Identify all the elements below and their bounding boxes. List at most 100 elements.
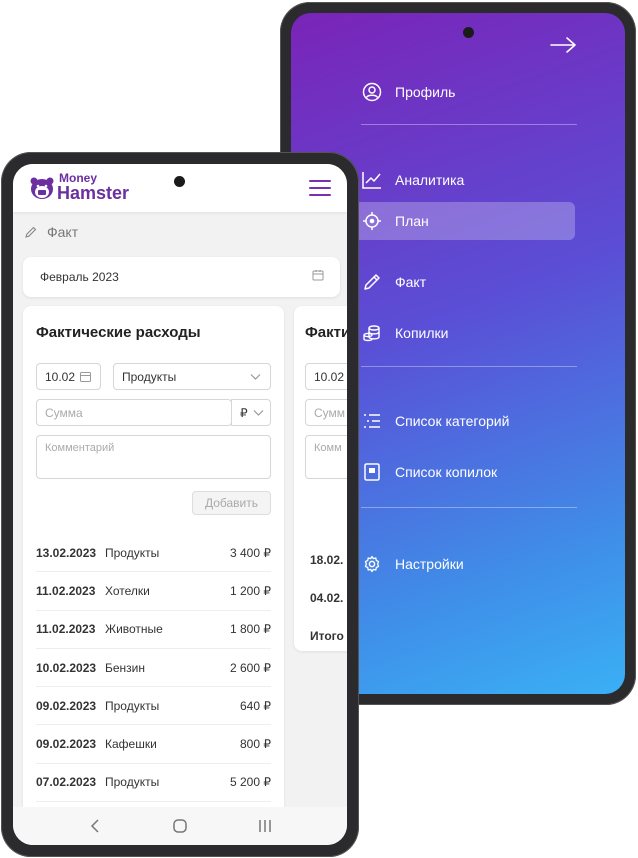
chevron-down-icon xyxy=(253,410,264,416)
second-date-value: 10.02 xyxy=(314,369,345,384)
menu-divider xyxy=(361,366,577,367)
row-amount: 640 ₽ xyxy=(240,698,271,713)
menu-item-categories[interactable]: Список категорий xyxy=(361,402,509,440)
row-category: Бензин xyxy=(105,660,146,675)
calendar-icon xyxy=(312,270,324,281)
app-header: Money Hamster xyxy=(13,164,347,212)
amount-placeholder: Сумма xyxy=(45,405,83,420)
menu-item-label: План xyxy=(395,213,429,229)
menu-item-fact[interactable]: Факт xyxy=(361,263,426,301)
row-category: Продукты xyxy=(105,698,160,713)
category-value: Продукты xyxy=(122,369,177,384)
date-field[interactable]: 10.02 xyxy=(36,363,101,390)
page-title: Факт xyxy=(47,224,79,240)
table-row[interactable]: 09.02.2023 Продукты 640 ₽ xyxy=(36,687,271,726)
second-total-label: Итого xyxy=(310,629,344,643)
system-nav-bar xyxy=(13,807,347,845)
book-icon xyxy=(361,461,383,483)
add-button[interactable]: Добавить xyxy=(192,491,271,515)
menu-divider xyxy=(361,507,577,508)
user-circle-icon xyxy=(361,81,383,103)
row-category: Кафешки xyxy=(105,737,157,752)
currency-select[interactable]: ₽ xyxy=(231,399,271,426)
menu-item-settings[interactable]: Настройки xyxy=(361,545,464,583)
row-date: 10.02.2023 xyxy=(36,660,97,675)
month-value: Февраль 2023 xyxy=(40,270,119,284)
second-comment-field[interactable]: Комм xyxy=(305,435,347,479)
menu-item-analytics[interactable]: Аналитика xyxy=(361,161,464,199)
arrow-right-icon[interactable] xyxy=(549,35,579,55)
table-row[interactable]: 13.02.2023 Продукты 3 400 ₽ xyxy=(36,534,271,573)
home-icon[interactable] xyxy=(168,818,192,834)
second-card-title: Факти xyxy=(305,324,347,341)
table-row[interactable]: 10.02.2023 Бензин 2 600 ₽ xyxy=(36,649,271,688)
row-amount: 1 200 ₽ xyxy=(230,583,271,598)
coins-icon xyxy=(361,322,383,344)
currency-value: ₽ xyxy=(240,405,248,420)
row-category: Продукты xyxy=(105,775,160,790)
menu-item-label: Настройки xyxy=(395,556,464,572)
app-phone-frame: Money Hamster Факт Февраль 2023 Фактичес… xyxy=(1,152,359,857)
second-card: Факти 10.02 Сумм Комм 18.02. 04.02. Итог… xyxy=(294,306,347,651)
row-date: 11.02.2023 xyxy=(36,622,96,637)
gear-icon xyxy=(361,553,383,575)
list-icon xyxy=(361,410,383,432)
comment-field[interactable]: Комментарий xyxy=(36,435,271,479)
menu-item-label: Факт xyxy=(395,274,427,290)
logo-text: Money Hamster xyxy=(57,172,129,202)
menu-item-piggybanks[interactable]: Копилки xyxy=(361,314,448,352)
chart-line-icon xyxy=(361,169,383,191)
row-amount: 2 600 ₽ xyxy=(230,660,271,675)
menu-divider xyxy=(361,124,577,125)
row-category: Хотелки xyxy=(105,583,150,598)
row-amount: 800 ₽ xyxy=(240,737,271,752)
second-comment-placeholder: Комм xyxy=(314,442,342,454)
menu-item-label: Копилки xyxy=(395,325,449,341)
row-amount: 1 800 ₽ xyxy=(230,622,271,637)
second-row-date: 04.02. xyxy=(310,591,344,605)
second-row-date: 18.02. xyxy=(310,553,344,567)
second-date-field[interactable]: 10.02 xyxy=(305,363,347,390)
category-select[interactable]: Продукты xyxy=(113,363,271,390)
logo[interactable]: Money Hamster xyxy=(29,172,129,202)
pencil-icon xyxy=(361,271,383,293)
menu-item-label: Профиль xyxy=(395,84,456,100)
menu-item-profile[interactable]: Профиль xyxy=(361,73,455,111)
comment-placeholder: Комментарий xyxy=(45,442,115,454)
row-date: 13.02.2023 xyxy=(36,545,97,560)
row-date: 07.02.2023 xyxy=(36,775,97,790)
card-title: Фактические расходы xyxy=(36,324,201,341)
camera-dot xyxy=(174,176,185,187)
month-picker[interactable]: Февраль 2023 xyxy=(23,257,340,297)
row-date: 11.02.2023 xyxy=(36,583,96,598)
chevron-down-icon xyxy=(250,374,261,380)
menu-item-label: Список категорий xyxy=(395,413,510,429)
table-row[interactable]: 11.02.2023 Животные 1 800 ₽ xyxy=(36,611,271,649)
table-row[interactable]: 09.02.2023 Кафешки 800 ₽ xyxy=(36,725,271,764)
row-date: 09.02.2023 xyxy=(36,698,97,713)
date-value: 10.02 xyxy=(45,369,76,384)
target-icon xyxy=(361,210,383,232)
hamburger-menu-icon[interactable] xyxy=(309,180,331,196)
menu-item-label: Аналитика xyxy=(395,172,465,188)
expense-card: Фактические расходы 10.02 Продукты Сумма… xyxy=(23,306,284,845)
pencil-icon xyxy=(25,226,37,238)
recents-icon[interactable] xyxy=(253,818,277,834)
amount-field[interactable]: Сумма xyxy=(36,399,232,426)
app-screen: Money Hamster Факт Февраль 2023 Фактичес… xyxy=(13,164,347,845)
second-amount-placeholder: Сумм xyxy=(314,405,346,420)
menu-item-label: Список копилок xyxy=(395,464,498,480)
table-row[interactable]: 07.02.2023 Продукты 5 200 ₽ xyxy=(36,764,271,803)
row-category: Животные xyxy=(105,622,163,637)
back-icon[interactable] xyxy=(83,818,107,834)
menu-item-plan[interactable]: План xyxy=(349,202,575,240)
expense-list: 13.02.2023 Продукты 3 400 ₽ 11.02.2023 Х… xyxy=(36,534,271,803)
hamster-logo-icon xyxy=(30,177,54,199)
row-category: Продукты xyxy=(105,545,160,560)
second-amount-field[interactable]: Сумм xyxy=(305,399,347,426)
breadcrumb: Факт xyxy=(25,224,78,240)
menu-item-piggybank-list[interactable]: Список копилок xyxy=(361,453,497,491)
table-row[interactable]: 11.02.2023 Хотелки 1 200 ₽ xyxy=(36,572,271,611)
row-amount: 5 200 ₽ xyxy=(230,775,271,790)
logo-line2: Hamster xyxy=(57,183,130,203)
